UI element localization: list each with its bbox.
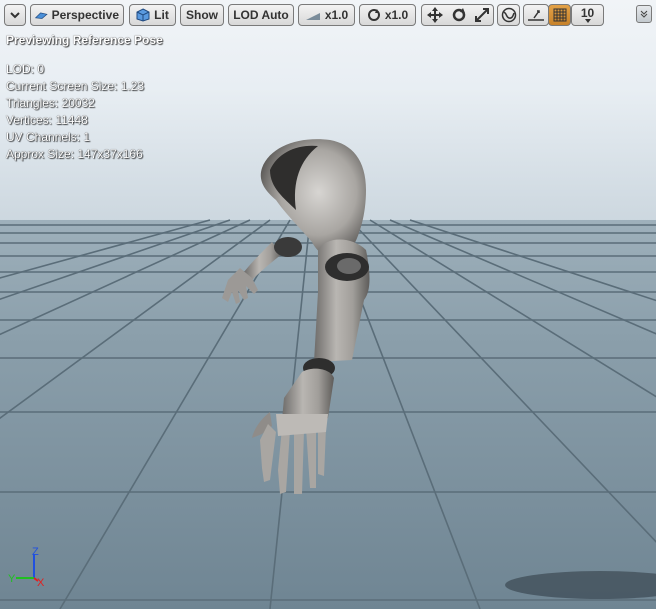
surface-snapping-button[interactable] <box>523 4 549 26</box>
viewport-toolbar: Perspective Lit Show LOD Auto x1.0 x1.0 <box>0 0 656 32</box>
translate-icon[interactable] <box>426 6 444 24</box>
grid-icon <box>553 8 566 22</box>
options-dropdown-button[interactable] <box>4 4 26 26</box>
chevron-down-icon <box>10 12 20 19</box>
surface-snap-icon <box>528 10 544 21</box>
scale-icon[interactable] <box>474 7 490 23</box>
z-axis-label: Z <box>32 546 39 558</box>
perspective-button[interactable]: Perspective <box>30 4 124 26</box>
double-chevron-icon <box>640 10 648 18</box>
viewport[interactable]: Perspective Lit Show LOD Auto x1.0 x1.0 <box>0 0 656 609</box>
globe-icon <box>501 7 516 23</box>
world-local-toggle-button[interactable] <box>497 4 520 26</box>
lod-button[interactable]: LOD Auto <box>228 4 294 26</box>
vertices-stat: Vertices: 11448 <box>6 113 88 127</box>
speed-ramp-icon <box>305 13 320 20</box>
lit-view-mode-button[interactable]: Lit <box>129 4 176 26</box>
rotate-icon <box>367 9 380 21</box>
perspective-label: Perspective <box>51 8 119 22</box>
turn-table-speed-button[interactable]: x1.0 <box>359 4 416 26</box>
lod-label: LOD Auto <box>233 8 289 22</box>
grid-size-value: 10 <box>580 6 595 20</box>
grid-size-dropdown[interactable]: 10 <box>571 4 604 26</box>
triangles-stat: Triangles: 20032 <box>6 96 95 110</box>
camera-perspective-icon <box>35 12 48 19</box>
preview-status-label: Previewing Reference Pose <box>6 33 163 47</box>
chevron-down-icon <box>584 19 591 23</box>
cube-icon <box>136 8 150 22</box>
show-button[interactable]: Show <box>180 4 224 26</box>
grid-snap-toggle-button[interactable] <box>548 4 571 26</box>
screen-size-stat: Current Screen Size: 1.23 <box>6 79 145 93</box>
uv-channels-stat: UV Channels: 1 <box>6 130 91 144</box>
axis-gizmo: Z Y X <box>8 546 45 589</box>
turn-table-speed-value: x1.0 <box>384 8 409 22</box>
approx-size-stat: Approx Size: 147x37x166 <box>6 147 143 161</box>
transform-tools-group <box>421 4 494 26</box>
show-label: Show <box>186 8 218 22</box>
viewport-options-button[interactable] <box>636 5 652 23</box>
playback-speed-value: x1.0 <box>324 8 349 22</box>
mesh-stats-overlay: LOD: 0 Current Screen Size: 1.23 Triangl… <box>6 61 144 163</box>
playback-speed-button[interactable]: x1.0 <box>298 4 355 26</box>
lit-label: Lit <box>154 8 169 22</box>
x-axis-label: X <box>37 577 45 589</box>
y-axis-label: Y <box>8 573 16 585</box>
lod-stat: LOD: 0 <box>6 62 45 76</box>
rotate-tool-icon[interactable] <box>451 7 467 23</box>
